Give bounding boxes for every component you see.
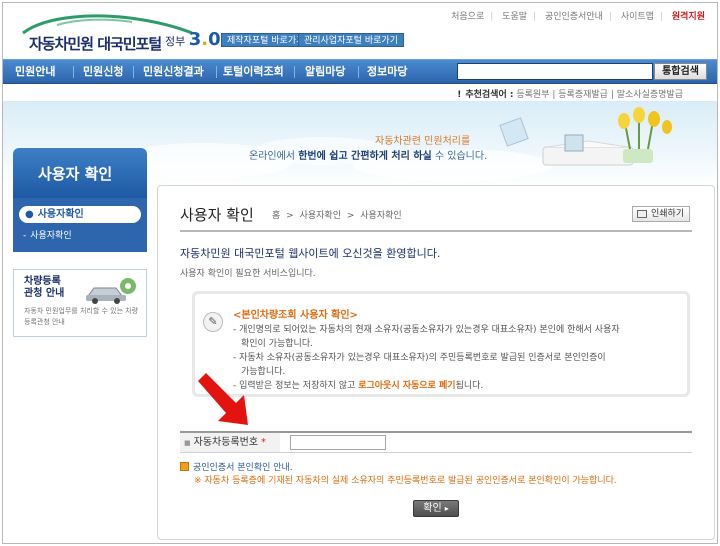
confirm-button[interactable]: 확인 ▸ bbox=[413, 500, 459, 517]
breadcrumb-separator: > bbox=[286, 211, 294, 221]
gov-3-0-logo: 정부 3.0 bbox=[165, 29, 221, 50]
banner-subline-post: 수 있습니다. bbox=[431, 151, 488, 162]
search-input[interactable] bbox=[457, 63, 653, 80]
notice-box: ✎ <본인차량조회 사용자 확인> - 개인명의로 되어있는 자동차의 현재 소… bbox=[192, 291, 690, 397]
label-bullet-icon: ■ bbox=[184, 439, 191, 447]
nav-divider bbox=[294, 66, 295, 78]
info-arrow-icon bbox=[180, 462, 189, 471]
required-star: * bbox=[261, 437, 267, 448]
chevron-right-icon: ▸ bbox=[444, 504, 449, 513]
printer-icon bbox=[637, 210, 647, 218]
banner-subline-highlight: 한번에 쉽고 간편하게 처리 하실 bbox=[298, 151, 432, 162]
cert-warning-line: ※ 자동차 등록증에 기재된 자동차의 실제 소유자의 주민등록번호로 발급된 … bbox=[194, 476, 617, 486]
gov-version: 3.0 bbox=[189, 29, 221, 50]
guide-title: 차량등록 관청 안내 bbox=[24, 276, 64, 300]
logo-text: 자동차민원 대국민포털 bbox=[29, 35, 162, 53]
sidebar-item-user-confirm[interactable]: ● 사용자확인 bbox=[19, 206, 141, 223]
home-link[interactable]: 처음으로 bbox=[451, 12, 484, 22]
breadcrumb-home[interactable]: 홈 bbox=[272, 211, 280, 221]
recommend-label: 추천검색어 : bbox=[465, 90, 514, 100]
main-nav: 민원안내 민원신청 민원신청결과 토털이력조회 알림마당 정보마당 통합검색 bbox=[3, 59, 717, 84]
notice-line-3-post: 됩니다. bbox=[455, 381, 484, 391]
nav-divider bbox=[358, 66, 359, 78]
nav-item-civil-apply[interactable]: 민원신청 bbox=[83, 60, 123, 84]
nav-divider bbox=[73, 66, 74, 78]
confirm-button-label: 확인 bbox=[423, 503, 442, 514]
cert-info-line: 공인인증서 본인확인 안내. bbox=[180, 460, 293, 473]
cert-guide-link[interactable]: 공인인증서안내 bbox=[545, 12, 603, 22]
recommended-keywords: ! 추천검색어 : 등록원부 | 등록증재발급 | 말소사실증명발급 bbox=[457, 87, 683, 100]
registration-number-input[interactable] bbox=[290, 435, 386, 450]
dash-icon: - bbox=[23, 231, 27, 241]
banner-subline-pre: 온라인에서 bbox=[249, 151, 299, 162]
maker-portal-button[interactable]: 제작자포털 바로가기 bbox=[221, 33, 311, 47]
service-note: 사용자 확인이 필요한 서비스입니다. bbox=[180, 269, 316, 279]
notice-line-2: - 자동차 소유자(공동소유자가 있는경우 대표소유자)의 주민등록번호로 발급… bbox=[233, 353, 606, 363]
notice-line-1b: 확인이 가능합니다. bbox=[241, 339, 313, 349]
guide-title-line2: 관청 안내 bbox=[24, 288, 65, 299]
registry-office-guide[interactable]: 차량등록 관청 안내 자동차 민원업무를 처리할 수 있는 차량등록관청 안내 bbox=[13, 269, 147, 337]
gov-version-minor: 0 bbox=[208, 29, 221, 50]
nav-item-info[interactable]: 정보마당 bbox=[367, 60, 407, 84]
bullet-circle-icon: ● bbox=[25, 209, 34, 220]
utility-divider: | bbox=[608, 12, 612, 22]
nav-divider bbox=[133, 66, 134, 78]
notice-pencil-icon: ✎ bbox=[203, 312, 223, 332]
welcome-message: 자동차민원 대국민포털 웹사이트에 오신것을 환영합니다. bbox=[180, 247, 441, 260]
gov-version-major: 3 bbox=[188, 29, 202, 50]
title-divider bbox=[180, 230, 692, 232]
page-frame: 자동차민원 대국민포털 정부 3.0 제작자포털 바로가기 관리사업자포털 바로… bbox=[2, 2, 718, 544]
guide-title-line1: 차량등록 bbox=[24, 276, 61, 287]
keyword-reissue-cert[interactable]: 등록증재발급 bbox=[558, 90, 608, 100]
sidebar-menu: ● 사용자확인 - 사용자확인 bbox=[13, 198, 147, 252]
help-link[interactable]: 도움말 bbox=[502, 12, 527, 22]
guide-description: 자동차 민원업무를 처리할 수 있는 차량등록관청 안내 bbox=[24, 307, 139, 326]
registration-number-label-text: 자동차등록번호 bbox=[193, 437, 259, 448]
recommend-marker: ! bbox=[457, 90, 462, 100]
utility-divider: | bbox=[659, 12, 663, 22]
breadcrumb-current: 사용자확인 bbox=[360, 211, 402, 221]
nav-divider bbox=[216, 66, 217, 78]
notice-line-3-emphasis: 로그아웃시 자동으로 폐기 bbox=[358, 381, 456, 391]
keyword-divider: | bbox=[610, 90, 614, 100]
remote-support-link[interactable]: 원격지원 bbox=[672, 12, 705, 22]
nav-item-apply-result[interactable]: 민원신청결과 bbox=[143, 60, 204, 84]
banner-headline: 자동차관련 민원처리를 bbox=[375, 136, 471, 147]
nav-item-total-history[interactable]: 토털이력조회 bbox=[223, 60, 284, 84]
registration-number-row: ■ 자동차등록번호 * bbox=[180, 431, 692, 453]
sidebar-subitem-label: 사용자확인 bbox=[30, 231, 72, 241]
utility-divider: | bbox=[490, 12, 494, 22]
admin-portal-button[interactable]: 관리사업자포털 바로가기 bbox=[298, 33, 404, 47]
main-content: 사용자 확인 홈 > 사용자확인 > 사용자확인 인쇄하기 자동차민원 대국민포… bbox=[157, 185, 715, 540]
cert-info-text: 공인인증서 본인확인 안내. bbox=[193, 463, 293, 473]
notice-line-1: - 개인명의로 되어있는 자동차의 현재 소유자(공동소유자가 있는경우 대표소… bbox=[233, 325, 620, 335]
utility-links: 처음으로 | 도움말 | 공인인증서안내 | 사이트맵 | 원격지원 bbox=[445, 9, 705, 22]
sidebar-title: 사용자 확인 bbox=[13, 148, 147, 198]
keyword-divider: | bbox=[552, 90, 556, 100]
red-arrow-icon bbox=[198, 373, 248, 425]
registration-number-label: ■ 자동차등록번호 * bbox=[180, 433, 280, 452]
page-title: 사용자 확인 bbox=[180, 206, 254, 224]
print-button-label: 인쇄하기 bbox=[651, 209, 685, 219]
breadcrumb: 홈 > 사용자확인 > 사용자확인 bbox=[272, 208, 405, 221]
nav-item-notice[interactable]: 알림마당 bbox=[305, 60, 345, 84]
nav-item-civil-guide[interactable]: 민원안내 bbox=[15, 60, 55, 84]
breadcrumb-separator: > bbox=[346, 211, 355, 221]
notice-heading: <본인차량조회 사용자 확인> bbox=[233, 310, 358, 321]
gov-label: 정부 bbox=[165, 35, 186, 48]
notice-line-3: - 입력받은 정보는 저장하지 않고 로그아웃시 자동으로 폐기됩니다. bbox=[233, 378, 483, 391]
car-gear-icon bbox=[86, 278, 136, 304]
keyword-deregistration[interactable]: 말소사실증명발급 bbox=[617, 90, 683, 100]
utility-divider: | bbox=[533, 12, 537, 22]
sitemap-link[interactable]: 사이트맵 bbox=[621, 12, 654, 22]
sidebar-item-label: 사용자확인 bbox=[37, 209, 84, 220]
keyword-reg-ledger[interactable]: 등록원부 bbox=[516, 90, 549, 100]
search-button[interactable]: 통합검색 bbox=[654, 63, 707, 80]
breadcrumb-level-1[interactable]: 사용자확인 bbox=[300, 211, 341, 221]
sidebar-subitem-user-confirm[interactable]: - 사용자확인 bbox=[23, 228, 147, 241]
print-button[interactable]: 인쇄하기 bbox=[632, 206, 690, 222]
banner-subline: 온라인에서 한번에 쉽고 간편하게 처리 하실 수 있습니다. bbox=[249, 147, 487, 162]
